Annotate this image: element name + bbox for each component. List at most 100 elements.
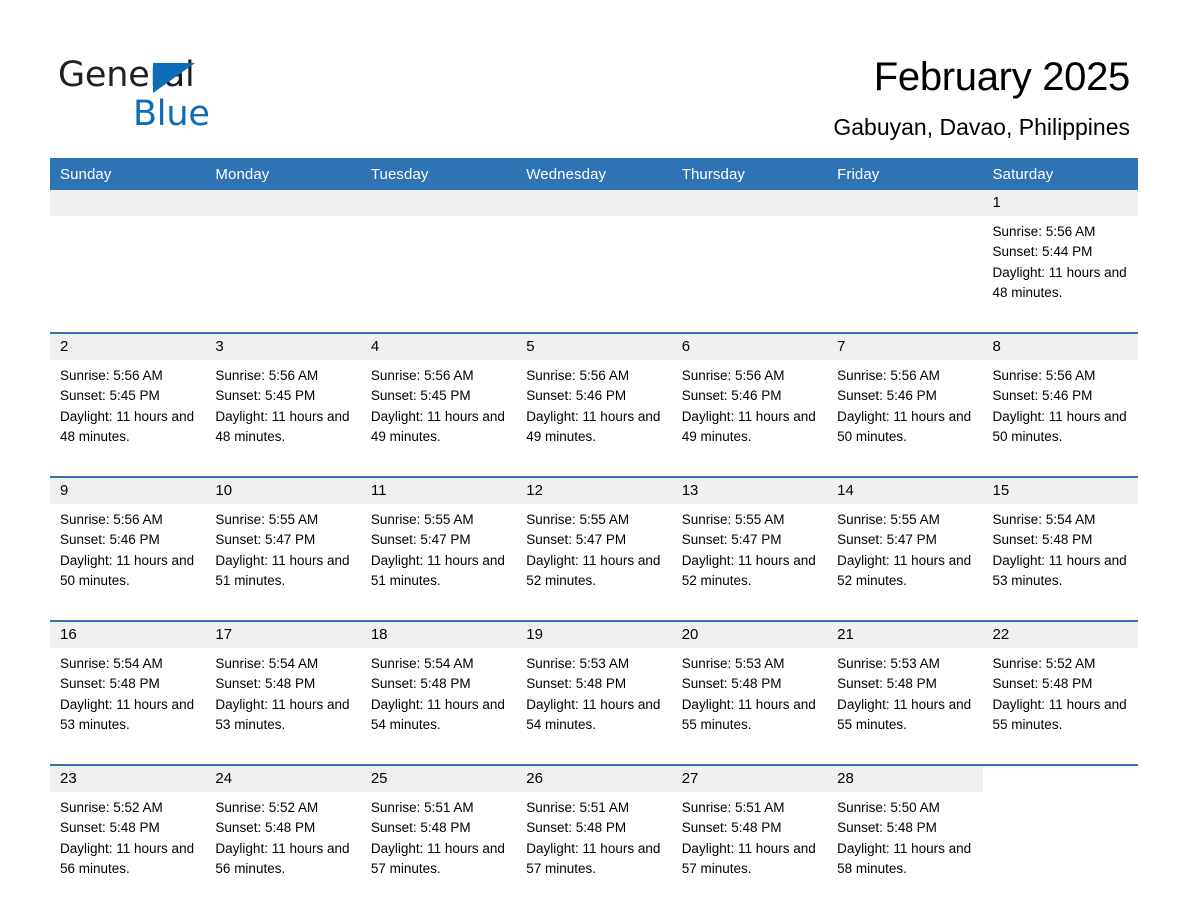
day-number: 14 — [827, 478, 983, 504]
day-number: 15 — [982, 478, 1138, 504]
week-gap — [50, 323, 1138, 333]
daylight-text: Daylight: 11 hours and 52 minutes. — [837, 552, 972, 588]
sunrise-text: Sunrise: 5:56 AM — [992, 224, 1096, 239]
day-details: Sunrise: 5:55 AM Sunset: 5:47 PM Daylight:… — [672, 504, 827, 591]
calendar-week-row: 16 Sunrise: 5:54 AM Sunset: 5:48 PM Dayligh… — [50, 620, 1138, 755]
daylight-text: Daylight: 11 hours and 51 minutes. — [215, 552, 350, 588]
sunrise-text: Sunrise: 5:54 AM — [60, 656, 163, 671]
sunrise-text: Sunrise: 5:56 AM — [837, 368, 940, 383]
daylight-text: Daylight: 11 hours and 58 minutes. — [837, 840, 972, 876]
calendar-week-row: 23 Sunrise: 5:52 AM Sunset: 5:48 PM Dayligh… — [50, 764, 1138, 899]
general-blue-logo[interactable]: General Blue — [58, 55, 318, 141]
day-details: Sunrise: 5:55 AM Sunset: 5:47 PM Daylight:… — [205, 504, 360, 591]
daylight-text: Daylight: 11 hours and 52 minutes. — [526, 552, 661, 588]
calendar-day-cell[interactable]: 5 Sunrise: 5:56 AM Sunset: 5:46 PM Daylight… — [516, 332, 672, 467]
sunrise-text: Sunrise: 5:53 AM — [837, 656, 940, 671]
daylight-text: Daylight: 11 hours and 53 minutes. — [992, 552, 1127, 588]
calendar-day-cell[interactable]: 1 Sunrise: 5:56 AM Sunset: 5:44 PM Daylight… — [982, 190, 1138, 323]
daylight-text: Daylight: 11 hours and 50 minutes. — [837, 408, 972, 444]
day-number — [360, 190, 517, 216]
calendar-day-cell[interactable]: 2 Sunrise: 5:56 AM Sunset: 5:45 PM Daylight… — [50, 332, 206, 467]
sunset-text: Sunset: 5:48 PM — [681, 676, 782, 692]
calendar-day-cell[interactable]: 24 Sunrise: 5:52 AM Sunset: 5:48 PM Dayligh… — [205, 764, 361, 899]
calendar-day-cell[interactable]: 8 Sunrise: 5:56 AM Sunset: 5:46 PM Daylight… — [982, 332, 1138, 467]
calendar-body: 1 Sunrise: 5:56 AM Sunset: 5:44 PM Daylight… — [50, 190, 1138, 899]
calendar-day-cell[interactable]: 9 Sunrise: 5:56 AM Sunset: 5:46 PM Daylight… — [50, 476, 206, 611]
week-gap-cell — [50, 467, 1138, 477]
calendar-day-cell[interactable]: 25 Sunrise: 5:51 AM Sunset: 5:48 PM Dayligh… — [360, 764, 517, 899]
day-number — [516, 190, 672, 216]
calendar-day-cell[interactable]: 19 Sunrise: 5:53 AM Sunset: 5:48 PM Dayligh… — [516, 620, 672, 755]
calendar-day-cell[interactable]: 18 Sunrise: 5:54 AM Sunset: 5:48 PM Dayligh… — [360, 620, 517, 755]
week-gap-cell — [50, 755, 1138, 765]
day-details: Sunrise: 5:55 AM Sunset: 5:47 PM Daylight:… — [361, 504, 516, 591]
day-details: Sunrise: 5:56 AM Sunset: 5:44 PM Daylight:… — [983, 216, 1138, 303]
daylight-text: Daylight: 11 hours and 55 minutes. — [681, 696, 816, 732]
day-details: Sunrise: 5:54 AM Sunset: 5:48 PM Daylight:… — [50, 648, 205, 735]
calendar-day-cell-empty — [827, 190, 983, 323]
day-details: Sunrise: 5:54 AM Sunset: 5:48 PM Daylight:… — [983, 504, 1138, 591]
calendar-day-cell-empty — [205, 190, 361, 323]
calendar-day-cell[interactable]: 4 Sunrise: 5:56 AM Sunset: 5:45 PM Daylight… — [360, 332, 517, 467]
sunrise-text: Sunrise: 5:52 AM — [60, 800, 163, 815]
calendar-day-cell[interactable]: 28 Sunrise: 5:50 AM Sunset: 5:48 PM Dayligh… — [827, 764, 983, 899]
calendar-day-cell[interactable]: 16 Sunrise: 5:54 AM Sunset: 5:48 PM Dayligh… — [50, 620, 206, 755]
calendar-day-cell[interactable]: 14 Sunrise: 5:55 AM Sunset: 5:47 PM Dayligh… — [827, 476, 983, 611]
daylight-text: Daylight: 11 hours and 48 minutes. — [60, 408, 195, 444]
calendar-day-cell[interactable]: 27 Sunrise: 5:51 AM Sunset: 5:48 PM Dayligh… — [671, 764, 828, 899]
calendar-day-cell[interactable]: 15 Sunrise: 5:54 AM Sunset: 5:48 PM Dayligh… — [982, 476, 1138, 611]
calendar-day-cell[interactable]: 3 Sunrise: 5:56 AM Sunset: 5:45 PM Daylight… — [205, 332, 361, 467]
sunrise-text: Sunrise: 5:54 AM — [370, 656, 474, 671]
sunset-text: Sunset: 5:45 PM — [215, 388, 316, 404]
weekday-header-tuesday: Tuesday — [360, 158, 517, 190]
day-number: 28 — [827, 766, 983, 792]
calendar-day-cell[interactable]: 11 Sunrise: 5:55 AM Sunset: 5:47 PM Dayligh… — [360, 476, 517, 611]
day-details: Sunrise: 5:51 AM Sunset: 5:48 PM Daylight:… — [361, 792, 516, 879]
calendar-day-cell[interactable]: 17 Sunrise: 5:54 AM Sunset: 5:48 PM Dayligh… — [205, 620, 361, 755]
weekday-header-saturday: Saturday — [982, 158, 1138, 190]
day-number: 27 — [671, 766, 828, 792]
sunrise-text: Sunrise: 5:51 AM — [681, 800, 785, 815]
title-block: February 2025 Gabuyan, Davao, Philippine… — [430, 50, 1130, 141]
calendar-day-cell[interactable]: 20 Sunrise: 5:53 AM Sunset: 5:48 PM Dayligh… — [671, 620, 828, 755]
daylight-text: Daylight: 11 hours and 50 minutes. — [60, 552, 195, 588]
sunset-text: Sunset: 5:45 PM — [370, 388, 471, 404]
calendar-day-cell[interactable]: 22 Sunrise: 5:52 AM Sunset: 5:48 PM Dayligh… — [982, 620, 1138, 755]
day-details: Sunrise: 5:53 AM Sunset: 5:48 PM Daylight:… — [672, 648, 827, 735]
sunset-text: Sunset: 5:47 PM — [526, 532, 627, 548]
week-gap — [50, 467, 1138, 477]
calendar-day-cell-empty — [516, 190, 672, 323]
week-gap — [50, 755, 1138, 765]
page-title: February 2025 — [873, 55, 1131, 99]
sunset-text: Sunset: 5:48 PM — [215, 676, 316, 692]
calendar-day-cell[interactable]: 23 Sunrise: 5:52 AM Sunset: 5:48 PM Dayligh… — [50, 764, 206, 899]
day-details: Sunrise: 5:55 AM Sunset: 5:47 PM Daylight:… — [516, 504, 671, 591]
calendar-day-cell[interactable]: 10 Sunrise: 5:55 AM Sunset: 5:47 PM Dayligh… — [205, 476, 361, 611]
calendar-day-cell[interactable]: 12 Sunrise: 5:55 AM Sunset: 5:47 PM Dayligh… — [516, 476, 672, 611]
daylight-text: Daylight: 11 hours and 49 minutes. — [681, 408, 816, 444]
day-details: Sunrise: 5:56 AM Sunset: 5:46 PM Daylight:… — [827, 360, 982, 447]
sunrise-text: Sunrise: 5:54 AM — [215, 656, 319, 671]
sunset-text: Sunset: 5:46 PM — [837, 388, 937, 404]
sunrise-text: Sunrise: 5:56 AM — [370, 368, 474, 383]
calendar-day-cell[interactable]: 7 Sunrise: 5:56 AM Sunset: 5:46 PM Daylight… — [827, 332, 983, 467]
calendar-day-cell[interactable]: 13 Sunrise: 5:55 AM Sunset: 5:47 PM Dayligh… — [671, 476, 828, 611]
day-details: Sunrise: 5:56 AM Sunset: 5:46 PM Daylight:… — [516, 360, 671, 447]
sunset-text: Sunset: 5:47 PM — [681, 532, 782, 548]
sunset-text: Sunset: 5:46 PM — [992, 388, 1093, 404]
calendar-day-cell[interactable]: 21 Sunrise: 5:53 AM Sunset: 5:48 PM Dayligh… — [827, 620, 983, 755]
day-number: 19 — [516, 622, 672, 648]
day-details: Sunrise: 5:55 AM Sunset: 5:47 PM Daylight:… — [827, 504, 982, 591]
day-number — [827, 190, 983, 216]
day-number — [50, 190, 206, 216]
calendar-day-cell[interactable]: 6 Sunrise: 5:56 AM Sunset: 5:46 PM Daylight… — [671, 332, 828, 467]
calendar-day-cell[interactable]: 26 Sunrise: 5:51 AM Sunset: 5:48 PM Dayligh… — [516, 764, 672, 899]
day-number: 11 — [360, 478, 517, 504]
daylight-text: Daylight: 11 hours and 55 minutes. — [837, 696, 972, 732]
day-number: 4 — [360, 334, 517, 360]
sunset-text: Sunset: 5:48 PM — [837, 676, 937, 692]
day-details: Sunrise: 5:53 AM Sunset: 5:48 PM Daylight:… — [827, 648, 982, 735]
day-details: Sunrise: 5:54 AM Sunset: 5:48 PM Daylight:… — [361, 648, 516, 735]
weekday-header-thursday: Thursday — [671, 158, 828, 190]
week-gap — [50, 611, 1138, 621]
